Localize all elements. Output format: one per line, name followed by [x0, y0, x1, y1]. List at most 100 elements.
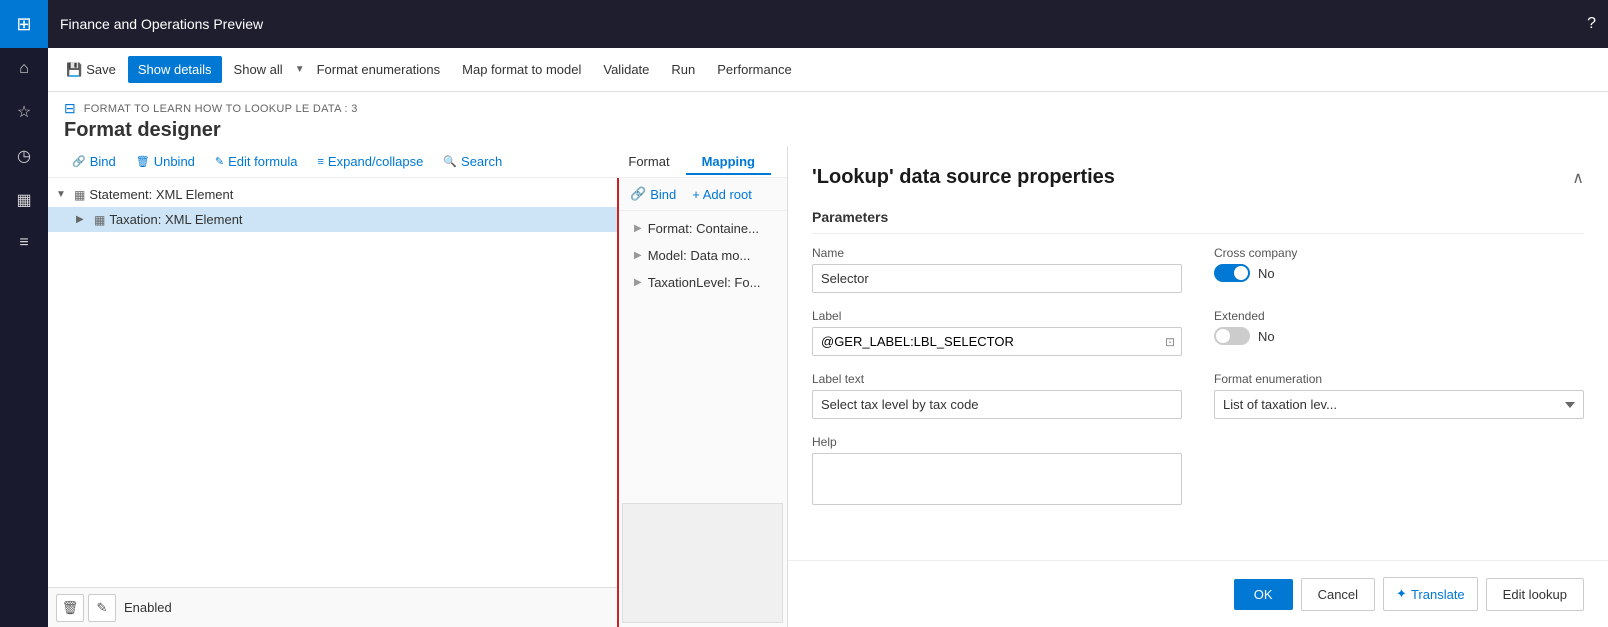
add-root-button[interactable]: + Add root [688, 184, 756, 204]
mapping-bind-button[interactable]: 🔗 Bind [626, 184, 680, 204]
tree-panel: 🔗 Bind 🗑 Unbind ✎ Edit formula ≡ Expand/… [48, 146, 788, 627]
filter-icon: ⊟ [64, 100, 76, 117]
cross-company-group: Cross company No [1214, 246, 1584, 293]
help-textarea[interactable] [812, 453, 1182, 505]
save-icon: 💾 [66, 62, 82, 78]
map-item-label-2: Model: Data mo... [648, 248, 751, 263]
tab-mapping[interactable]: Mapping [686, 150, 771, 175]
validate-button[interactable]: Validate [593, 56, 659, 83]
bottom-toolbar: 🗑 ✎ Enabled [48, 587, 617, 627]
tree-map-container: ▼ ▦ Statement: XML Element ▶ ▦ Taxation:… [48, 178, 787, 627]
label-group: Label ⊡ [812, 309, 1182, 356]
page-header: ⊟ FORMAT TO LEARN HOW TO LOOKUP LE DATA … [48, 92, 1608, 146]
breadcrumb: FORMAT TO LEARN HOW TO LOOKUP LE DATA : … [84, 103, 358, 115]
sidebar-top: ⊞ [0, 0, 48, 48]
cancel-button[interactable]: Cancel [1301, 578, 1375, 611]
bind-button[interactable]: 🔗 Bind [64, 150, 124, 173]
ok-button[interactable]: OK [1234, 579, 1293, 610]
name-group: Name [812, 246, 1182, 293]
search-button[interactable]: 🔍 Search [435, 150, 510, 173]
toggle-knob-1 [1234, 266, 1248, 280]
expand-collapse-button[interactable]: ≡ Expand/collapse [310, 150, 432, 173]
name-label: Name [812, 246, 1182, 260]
params-grid: Name Cross company No Label [788, 246, 1608, 521]
content-area: 🔗 Bind 🗑 Unbind ✎ Edit formula ≡ Expand/… [48, 146, 1608, 627]
header-bar: Finance and Operations Preview ? [48, 0, 1608, 48]
collapse-arrow-icon: ▼ [56, 189, 70, 200]
bind-icon: 🔗 [72, 155, 86, 168]
panel-section-title: Parameters [812, 209, 1584, 234]
map-item-format[interactable]: ▶ Format: Containe... [618, 215, 787, 242]
mapping-actions: 🔗 Bind + Add root [618, 178, 787, 211]
cross-company-label: Cross company [1214, 246, 1584, 260]
cross-company-toggle-group: No [1214, 264, 1584, 282]
help-label: Help [812, 435, 1182, 449]
edit-formula-button[interactable]: ✎ Edit formula [207, 150, 306, 173]
enabled-status: Enabled [124, 600, 172, 615]
sidebar: ⊞ ⌂ ☆ ◷ ▦ ≡ [0, 0, 48, 627]
performance-button[interactable]: Performance [707, 56, 801, 83]
show-all-arrow-icon[interactable]: ▼ [295, 64, 305, 75]
apps-grid-icon[interactable]: ⊞ [16, 14, 31, 35]
unbind-button[interactable]: 🗑 Unbind [128, 150, 203, 173]
format-enumerations-button[interactable]: Format enumerations [307, 56, 451, 83]
extended-toggle[interactable] [1214, 327, 1250, 345]
sidebar-item-recent[interactable]: ◷ [0, 134, 48, 178]
panel-footer: OK Cancel ✦ Translate Edit lookup [788, 560, 1608, 627]
delete-button[interactable]: 🗑 [56, 594, 84, 622]
action-toolbar: 🔗 Bind 🗑 Unbind ✎ Edit formula ≡ Expand/… [48, 146, 787, 178]
expand-icon: ≡ [318, 156, 324, 168]
edit-formula-icon: ✎ [215, 155, 224, 168]
sidebar-item-modules[interactable]: ≡ [0, 222, 48, 264]
tree-item-statement[interactable]: ▼ ▦ Statement: XML Element [48, 182, 617, 207]
map-item-label-1: Format: Containe... [648, 221, 759, 236]
map-item-model[interactable]: ▶ Model: Data mo... [618, 242, 787, 269]
format-enum-select[interactable]: List of taxation lev... [1214, 390, 1584, 419]
main-toolbar: 💾 Save Show details Show all ▼ Format en… [48, 48, 1608, 92]
tree-main: ▼ ▦ Statement: XML Element ▶ ▦ Taxation:… [48, 178, 617, 627]
panel-title: 'Lookup' data source properties [812, 166, 1115, 189]
map-item-label-3: TaxationLevel: Fo... [648, 275, 761, 290]
extended-label: Extended [1214, 309, 1584, 323]
show-all-button[interactable]: Show all [224, 56, 293, 83]
map-format-button[interactable]: Map format to model [452, 56, 591, 83]
xml-element-icon: ▦ [74, 188, 85, 202]
toggle-knob-2 [1216, 329, 1230, 343]
panel-header: 'Lookup' data source properties ∧ [788, 146, 1608, 205]
sidebar-item-workspaces[interactable]: ▦ [0, 178, 48, 222]
tree-item-label-2: Taxation: XML Element [109, 212, 609, 227]
tree-item-taxation[interactable]: ▶ ▦ Taxation: XML Element [48, 207, 617, 232]
label-text-group: Label text [812, 372, 1182, 419]
cross-company-value: No [1258, 266, 1275, 281]
name-input[interactable] [812, 264, 1182, 293]
format-enum-label: Format enumeration [1214, 372, 1584, 386]
expand-arrow-icon: ▶ [76, 214, 90, 225]
cross-company-toggle[interactable] [1214, 264, 1250, 282]
xml-element-icon-2: ▦ [94, 213, 105, 227]
run-button[interactable]: Run [661, 56, 705, 83]
help-group: Help [812, 435, 1182, 505]
map-item-taxation-level[interactable]: ▶ TaxationLevel: Fo... [618, 269, 787, 296]
extended-toggle-group: No [1214, 327, 1584, 345]
label-edit-icon[interactable]: ⊡ [1159, 335, 1181, 349]
save-button[interactable]: 💾 Save [56, 56, 126, 84]
label-input[interactable] [813, 328, 1159, 355]
tab-format[interactable]: Format [612, 150, 685, 175]
map-arrow-icon-3: ▶ [634, 277, 642, 288]
extended-value: No [1258, 329, 1275, 344]
sidebar-item-home[interactable]: ⌂ [0, 48, 48, 90]
label-label: Label [812, 309, 1182, 323]
map-arrow-icon-2: ▶ [634, 250, 642, 261]
show-all-dropdown[interactable]: Show all ▼ [224, 56, 305, 83]
translate-icon: ✦ [1396, 586, 1407, 602]
right-panel: 'Lookup' data source properties ∧ Parame… [788, 146, 1608, 627]
translate-button[interactable]: ✦ Translate [1383, 577, 1478, 611]
label-text-label: Label text [812, 372, 1182, 386]
label-text-input[interactable] [812, 390, 1182, 419]
show-details-button[interactable]: Show details [128, 56, 222, 83]
sidebar-item-favorites[interactable]: ☆ [0, 90, 48, 134]
panel-collapse-icon[interactable]: ∧ [1572, 168, 1584, 188]
edit-button[interactable]: ✎ [88, 594, 116, 622]
help-icon[interactable]: ? [1587, 15, 1596, 33]
edit-lookup-button[interactable]: Edit lookup [1486, 578, 1584, 611]
